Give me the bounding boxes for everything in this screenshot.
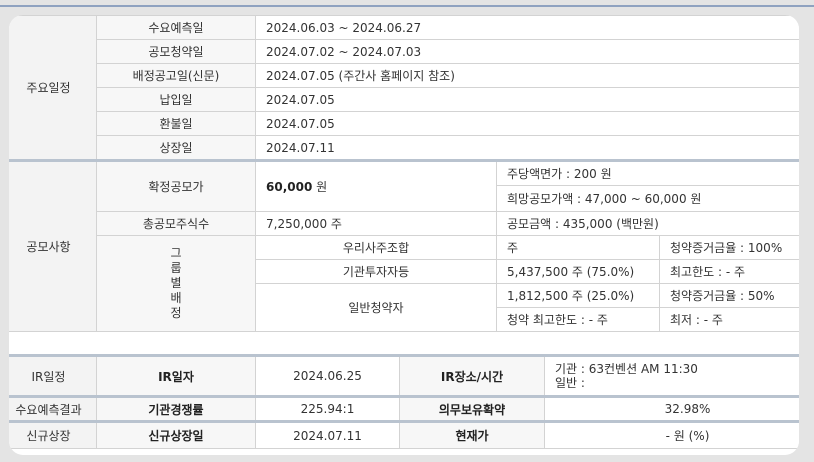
schedule-label: 공모청약일 xyxy=(96,39,256,64)
demand-section-title: 수요예측결과 xyxy=(9,395,97,422)
alloc-char: 정 xyxy=(170,306,182,320)
ir-row: IR일정 IR일자 2024.06.25 IR장소/시간 기관 : 63컨벤션 … xyxy=(9,354,799,397)
ir-place-retail: 일반 : xyxy=(555,376,585,390)
final-price-value: 60,000 xyxy=(266,180,313,194)
demand-row: 수요예측결과 기관경쟁률 225.94:1 의무보유확약 32.98% xyxy=(9,395,799,422)
schedule-value: 2024.06.03 ~ 2024.06.27 xyxy=(255,15,799,40)
retail-shares: 1,812,500 주 (25.0%) xyxy=(496,283,660,308)
current-price-label: 현재가 xyxy=(399,420,545,449)
institution-limit: 최고한도 : - 주 xyxy=(659,259,799,284)
institution-shares: 5,437,500 주 (75.0%) xyxy=(496,259,660,284)
ir-section-title: IR일정 xyxy=(9,354,97,397)
employee-shares: 주 xyxy=(496,235,660,260)
schedule-label: 배정공고일(신문) xyxy=(96,63,256,88)
lockup-value: 32.98% xyxy=(544,395,799,422)
total-shares-label: 총공모주식수 xyxy=(96,211,256,236)
schedule-row: 배정공고일(신문) 2024.07.05 (주간사 홈페이지 참조) xyxy=(9,63,799,88)
ir-date-value: 2024.06.25 xyxy=(255,354,400,397)
employee-label: 우리사주조합 xyxy=(255,235,497,260)
schedule-label: 환불일 xyxy=(96,111,256,136)
listing-section-title: 신규상장 xyxy=(9,420,97,449)
employee-margin: 청약증거금율 : 100% xyxy=(659,235,799,260)
listing-date-label: 신규상장일 xyxy=(96,420,256,449)
schedule-value: 2024.07.05 xyxy=(255,87,799,112)
alloc-char: 별 xyxy=(170,276,182,290)
final-price-unit: 원 xyxy=(312,180,328,194)
schedule-value: 2024.07.05 (주간사 홈페이지 참조) xyxy=(255,63,799,88)
schedule-value: 2024.07.05 xyxy=(255,111,799,136)
final-price-cell: 60,000 원 xyxy=(255,159,497,212)
retail-margin: 청약증거금율 : 50% xyxy=(659,283,799,308)
par-value: 주당액면가 : 200 원 xyxy=(496,159,799,186)
alloc-char: 룹 xyxy=(170,261,182,275)
ipo-schedule-offering-table: 주요일정 수요예측일 2024.06.03 ~ 2024.06.27 공모청약일… xyxy=(9,15,799,332)
offering-amount: 공모금액 : 435,000 (백만원) xyxy=(496,211,799,236)
offering-row-shares: 총공모주식수 7,250,000 주 공모금액 : 435,000 (백만원) xyxy=(9,211,799,236)
alloc-row-employee: 그 룹 별 배 정 우리사주조합 주 청약증거금율 : 100% xyxy=(9,235,799,332)
listing-date-value: 2024.07.11 xyxy=(255,420,400,449)
schedule-value: 2024.07.11 xyxy=(255,135,799,161)
schedule-label: 상장일 xyxy=(96,135,256,161)
ir-place-cell: 기관 : 63컨벤션 AM 11:30 일반 : xyxy=(544,354,799,397)
schedule-row: 주요일정 수요예측일 2024.06.03 ~ 2024.06.27 xyxy=(9,15,799,161)
listing-row: 신규상장 신규상장일 2024.07.11 현재가 - 원 (%) xyxy=(9,420,799,449)
schedule-row: 상장일 2024.07.11 xyxy=(9,135,799,161)
ipo-info-card: 주요일정 수요예측일 2024.06.03 ~ 2024.06.27 공모청약일… xyxy=(9,15,799,455)
retail-max: 청약 최고한도 : - 주 xyxy=(496,307,660,332)
ir-date-label: IR일자 xyxy=(96,354,256,397)
hope-price: 희망공모가액 : 47,000 ~ 60,000 원 xyxy=(496,185,799,212)
institution-label: 기관투자자등 xyxy=(255,259,497,284)
schedule-row: 공모청약일 2024.07.02 ~ 2024.07.03 xyxy=(9,39,799,64)
top-divider xyxy=(0,5,814,7)
competition-label: 기관경쟁률 xyxy=(96,395,256,422)
ir-place-label: IR장소/시간 xyxy=(399,354,545,397)
schedule-row: 납입일 2024.07.05 xyxy=(9,87,799,112)
offering-row-price: 공모사항 확정공모가 60,000 원 주당액면가 : 200 원 xyxy=(9,159,799,332)
final-price-label: 확정공모가 xyxy=(96,159,256,212)
retail-min: 최저 : - 주 xyxy=(659,307,799,332)
current-price-value: - 원 (%) xyxy=(544,420,799,449)
competition-value: 225.94:1 xyxy=(255,395,400,422)
lockup-label: 의무보유확약 xyxy=(399,395,545,422)
retail-label: 일반청약자 xyxy=(255,283,497,332)
alloc-char: 배 xyxy=(170,291,182,305)
schedule-label: 납입일 xyxy=(96,87,256,112)
alloc-char: 그 xyxy=(170,246,182,260)
schedule-section-title: 주요일정 xyxy=(9,15,97,161)
offering-section-title: 공모사항 xyxy=(9,159,97,332)
group-allocation-label: 그 룹 별 배 정 xyxy=(96,235,256,332)
schedule-row: 환불일 2024.07.05 xyxy=(9,111,799,136)
ir-results-table: IR일정 IR일자 2024.06.25 IR장소/시간 기관 : 63컨벤션 … xyxy=(9,354,799,449)
schedule-value: 2024.07.02 ~ 2024.07.03 xyxy=(255,39,799,64)
ir-place-inst: 기관 : 63컨벤션 AM 11:30 xyxy=(555,362,698,376)
schedule-label: 수요예측일 xyxy=(96,15,256,40)
total-shares-value: 7,250,000 주 xyxy=(255,211,497,236)
